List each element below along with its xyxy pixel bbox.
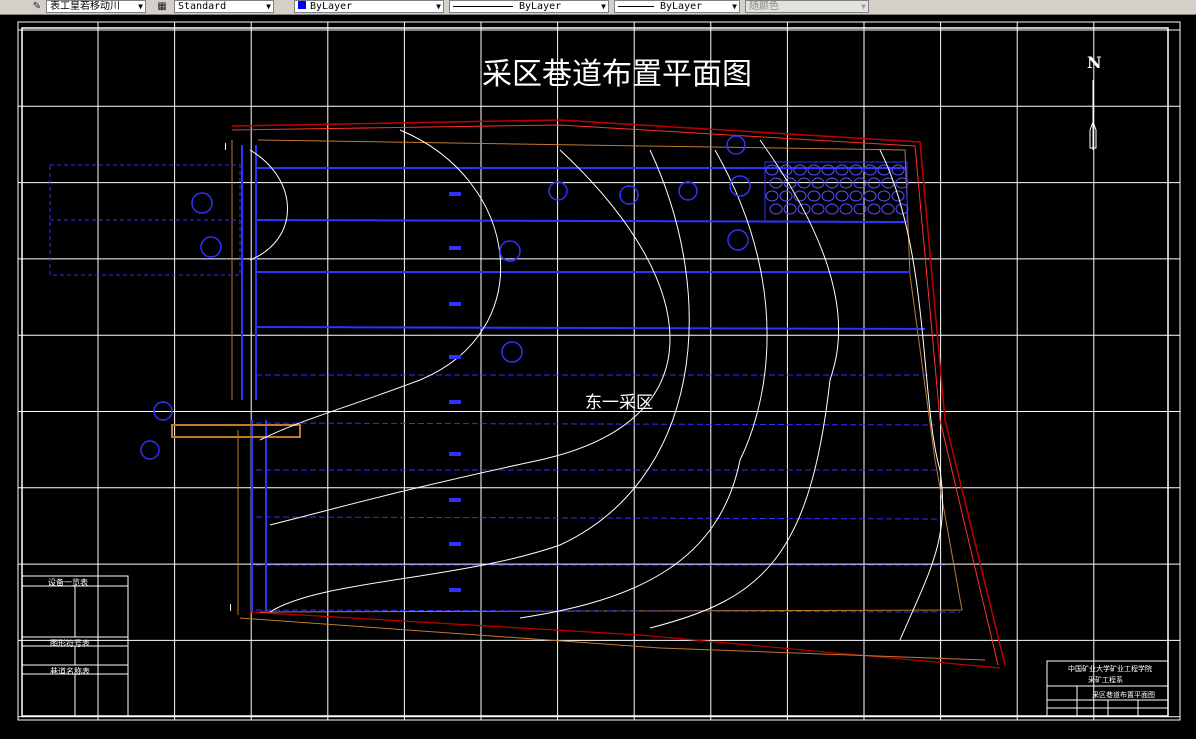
gob-rock — [770, 204, 782, 214]
gob-rock — [864, 165, 876, 175]
dim-style-select[interactable]: Standard ▼ — [174, 0, 274, 13]
gob-rock — [798, 204, 810, 214]
coordinate-grid — [18, 22, 1180, 720]
gob-rock — [822, 165, 834, 175]
chevron-down-icon: ▼ — [266, 1, 271, 12]
color-swatch — [298, 1, 306, 9]
gob-rock — [766, 165, 778, 175]
section-mark-top: I — [224, 142, 227, 153]
outer-frame — [18, 22, 1180, 720]
roadway-marker — [449, 355, 461, 359]
gob-rock — [892, 165, 904, 175]
contour-lines — [250, 130, 943, 640]
text-style-icon[interactable]: ✎ — [30, 0, 44, 13]
roadway-line — [256, 423, 935, 425]
gob-rock — [850, 191, 862, 201]
roadway-marker — [449, 498, 461, 502]
line-sample — [618, 6, 654, 7]
gob-rock — [766, 191, 778, 201]
gob-rock — [840, 204, 852, 214]
north-label: N — [1087, 53, 1102, 72]
gob-rock — [864, 191, 876, 201]
gob-rock — [826, 204, 838, 214]
drawing-canvas[interactable]: 采区巷道布置平面图 东一采区 N I I 设备一览表 图形符号表 巷道名称表 中… — [0, 15, 1196, 735]
text-style-select[interactable]: 表工皇若移动川 ▼ — [46, 0, 146, 13]
roadway-marker — [449, 588, 461, 592]
gob-rock — [822, 191, 834, 201]
gob-rock — [808, 191, 820, 201]
chevron-down-icon: ▼ — [601, 1, 606, 12]
properties-toolbar: ✎ 表工皇若移动川 ▼ ▦ Standard ▼ ByLayer ▼ ByLayer ▼… — [0, 0, 1196, 15]
gob-rock — [794, 165, 806, 175]
drawing-title: 采区巷道布置平面图 — [482, 49, 752, 93]
gob-rock — [868, 204, 880, 214]
plot-style-value: 随颜色 — [749, 1, 779, 12]
plot-style-select[interactable]: 随颜色 ▼ — [745, 0, 869, 13]
section-mark-bottom: I — [229, 603, 232, 614]
roadway-marker — [449, 452, 461, 456]
gob-rock — [878, 165, 890, 175]
roadway-marker — [449, 302, 461, 306]
department-name: 采矿工程系 — [1088, 675, 1123, 685]
roadway-marker — [449, 400, 461, 404]
chevron-down-icon: ▼ — [861, 1, 866, 12]
symbols-table-title: 图形符号表 — [50, 638, 90, 649]
roadway-markers — [449, 192, 461, 592]
equipment-table-title: 设备一览表 — [48, 577, 88, 588]
dim-style-icon[interactable]: ▦ — [155, 0, 169, 13]
roadway-line — [256, 517, 940, 519]
linetype-value: ByLayer — [519, 1, 561, 12]
gob-rock — [878, 191, 890, 201]
gob-rock — [812, 204, 824, 214]
roadway-marker — [449, 192, 461, 196]
institution-name: 中国矿业大学矿业工程学院 — [1068, 664, 1152, 674]
linetype-select[interactable]: ByLayer ▼ — [449, 0, 609, 13]
lineweight-value: ByLayer — [660, 1, 702, 12]
gob-rock — [882, 204, 894, 214]
north-arrow-icon — [1090, 80, 1096, 150]
roadway-marker — [449, 246, 461, 250]
line-sample — [453, 6, 513, 7]
dim-style-value: Standard — [178, 1, 226, 12]
area-label: 东一采区 — [585, 388, 653, 413]
gob-rock — [850, 165, 862, 175]
lineweight-select[interactable]: ByLayer ▼ — [614, 0, 740, 13]
gob-rock — [808, 165, 820, 175]
chevron-down-icon: ▼ — [138, 1, 143, 12]
title-block-drawing-name: 采区巷道布置平面图 — [1092, 690, 1155, 700]
gob-rock — [784, 204, 796, 214]
text-style-value: 表工皇若移动川 — [50, 1, 120, 12]
chevron-down-icon: ▼ — [436, 1, 441, 12]
cad-drawing — [0, 15, 1196, 735]
roadway-line — [256, 327, 925, 329]
color-value: ByLayer — [310, 1, 352, 12]
roadway-marker — [449, 542, 461, 546]
gob-rock — [780, 165, 792, 175]
color-select[interactable]: ByLayer ▼ — [294, 0, 444, 13]
roadways-table-title: 巷道名称表 — [50, 666, 90, 677]
gob-rock — [836, 191, 848, 201]
chevron-down-icon: ▼ — [732, 1, 737, 12]
gob-rock — [780, 191, 792, 201]
gob-rock — [836, 165, 848, 175]
inner-frame — [22, 28, 1168, 716]
